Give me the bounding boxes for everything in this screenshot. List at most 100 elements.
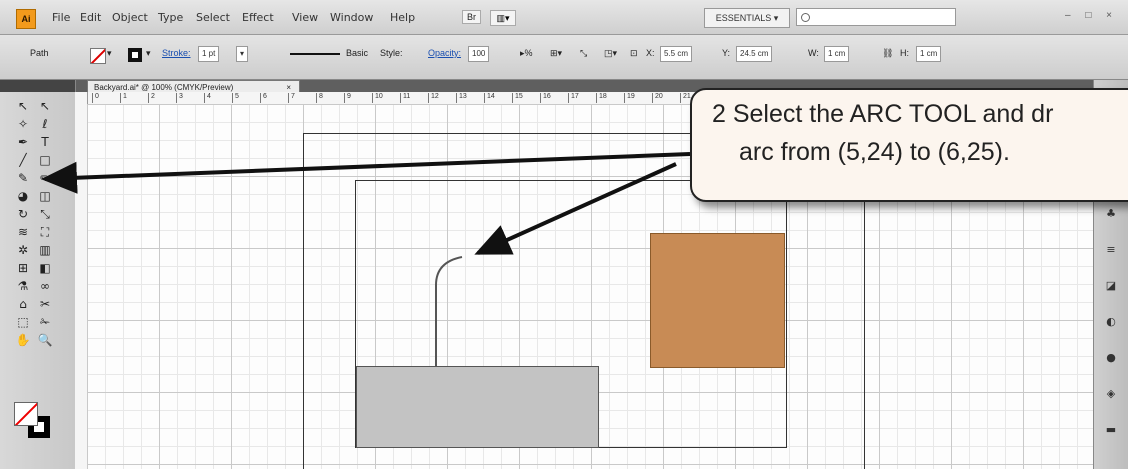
y-field[interactable]: 24.5 cm [736,46,773,62]
brush-definition-label[interactable]: Basic [346,48,368,58]
x-label: X: [646,48,655,58]
ruler-tick-label: 6 [260,93,267,103]
slice-tool-icon[interactable]: ✂ [36,296,54,312]
menu-view[interactable]: View [292,11,318,24]
warp-tool-icon[interactable]: ≋ [14,224,32,240]
link-icon[interactable]: ⛓ [882,48,893,59]
w-label: W: [808,48,819,58]
bridge-button[interactable]: Br [462,10,481,24]
ruler-tick-label: 16 [540,93,551,103]
ruler-tick-label: 10 [372,93,383,103]
mesh-tool-icon[interactable]: ⊞ [14,260,32,276]
control-bar: Path ▾ ▾ Stroke: 1 pt ▾ Basic Style: Opa… [0,35,1128,80]
stroke-weight-field[interactable]: 1 pt [198,46,220,62]
pencil-tool-icon[interactable]: ✏ [36,170,54,186]
menu-effect[interactable]: Effect [242,11,274,24]
ruler-tick-label: 2 [148,93,155,103]
brown-square[interactable] [650,233,785,368]
menu-object[interactable]: Object [112,11,148,24]
free-transform-tool-icon[interactable]: ⛶ [36,224,54,240]
opacity-field[interactable]: 100 [468,46,490,62]
scale-tool-icon[interactable]: ⤡ [36,206,54,222]
paintbrush-tool-icon[interactable]: ✎ [14,170,32,186]
tools-panel-header[interactable] [0,80,75,92]
arrange-documents-button[interactable]: ▥▾ [490,10,516,26]
eraser-tool-icon[interactable]: ◫ [36,188,54,204]
rotate-tool-icon[interactable]: ↻ [14,206,32,222]
fill-none-swatch[interactable] [90,48,106,64]
illustrator-window: Ai File Edit Object Type Select Effect V… [0,0,1128,469]
fill-stroke-widget[interactable] [14,402,52,440]
callout-line-1: 2 Select the ARC TOOL and dr [712,100,1054,128]
search-input[interactable] [796,8,956,26]
ruler-tick-label: 7 [288,93,295,103]
gradient-panel-icon[interactable]: ◪ [1104,280,1118,292]
hand-tool-icon[interactable]: ✋ [14,332,32,348]
graph-tool-icon[interactable]: ▥ [36,242,54,258]
opacity-label[interactable]: Opacity: [428,48,461,58]
fill-box[interactable] [14,402,38,426]
reference-point-icon[interactable]: ⊡ [630,48,638,59]
symbols-panel-icon[interactable]: ♣ [1104,208,1118,220]
gradient-tool-icon[interactable]: ◧ [36,260,54,276]
direct-selection-tool-icon[interactable]: ↖ [36,98,54,114]
ruler-tick-label: 19 [624,93,635,103]
blend-tool-icon[interactable]: ∞ [36,278,54,294]
stroke-panel-icon[interactable]: ≡ [1104,244,1118,256]
menu-edit[interactable]: Edit [80,11,101,24]
window-controls[interactable]: – □ × [1065,10,1118,21]
live-paint-tool-icon[interactable]: ⌂ [14,296,32,312]
ruler-tick-label: 11 [400,93,410,103]
ruler-tick-label: 8 [316,93,323,103]
instruction-callout: 2 Select the ARC TOOL and dr arc from (5… [690,88,1128,202]
line-segment-tool-icon[interactable]: ╱ [14,152,32,168]
fill-dropdown-icon[interactable]: ▾ [107,48,112,59]
graphic-styles-panel-icon[interactable]: ◈ [1104,388,1118,400]
appearance-panel-icon[interactable]: ● [1104,352,1118,364]
arrange-icon[interactable]: ▸% [520,48,533,59]
transform-icon[interactable]: ⤡ [580,48,587,59]
align-icon[interactable]: ⊞▾ [550,48,562,59]
menu-type[interactable]: Type [158,11,183,24]
pen-tool-icon[interactable]: ✒ [14,134,32,150]
h-field[interactable]: 1 cm [916,46,942,62]
app-logo: Ai [16,9,36,29]
isolate-icon[interactable]: ◳▾ [604,48,617,59]
transparency-panel-icon[interactable]: ◐ [1104,316,1118,328]
h-label: H: [900,48,909,58]
zoom-tool-icon[interactable]: 🔍 [36,332,54,348]
variable-width-dropdown[interactable]: ▾ [236,46,249,62]
w-field[interactable]: 1 cm [824,46,850,62]
menu-select[interactable]: Select [196,11,230,24]
stroke-color-swatch[interactable] [128,48,142,62]
lasso-tool-icon[interactable]: ℓ [36,116,54,132]
menu-window[interactable]: Window [330,11,373,24]
scissors-tool-icon[interactable]: ✁ [36,314,54,330]
stroke-label[interactable]: Stroke: [162,48,191,58]
artboard-tool-icon[interactable]: ⬚ [14,314,32,330]
stroke-dropdown-icon[interactable]: ▾ [146,48,151,59]
menu-bar: Ai File Edit Object Type Select Effect V… [0,0,1128,35]
magic-wand-tool-icon[interactable]: ✧ [14,116,32,132]
layers-panel-icon[interactable]: ▬ [1104,424,1118,436]
style-label: Style: [380,48,403,58]
workspace-switcher[interactable]: ESSENTIALS ▾ [704,8,790,28]
gray-rectangle[interactable] [356,366,599,448]
menu-help[interactable]: Help [390,11,415,24]
menu-file[interactable]: File [52,11,70,24]
ruler-tick-label: 0 [92,93,99,103]
ruler-tick-label: 3 [176,93,183,103]
x-field[interactable]: 5.5 cm [660,46,693,62]
type-tool-icon[interactable]: T [36,134,54,150]
rectangle-tool-icon[interactable]: □ [36,152,54,168]
ruler-tick-label: 4 [204,93,211,103]
ruler-tick-label: 5 [232,93,239,103]
ruler-tick-label: 13 [456,93,467,103]
ruler-tick-label: 12 [428,93,439,103]
symbol-sprayer-tool-icon[interactable]: ✲ [14,242,32,258]
blob-brush-tool-icon[interactable]: ◕ [14,188,32,204]
y-label: Y: [722,48,731,58]
eyedropper-tool-icon[interactable]: ⚗ [14,278,32,294]
selection-tool-icon[interactable]: ↖ [14,98,32,114]
ruler-tick-label: 1 [120,93,127,103]
